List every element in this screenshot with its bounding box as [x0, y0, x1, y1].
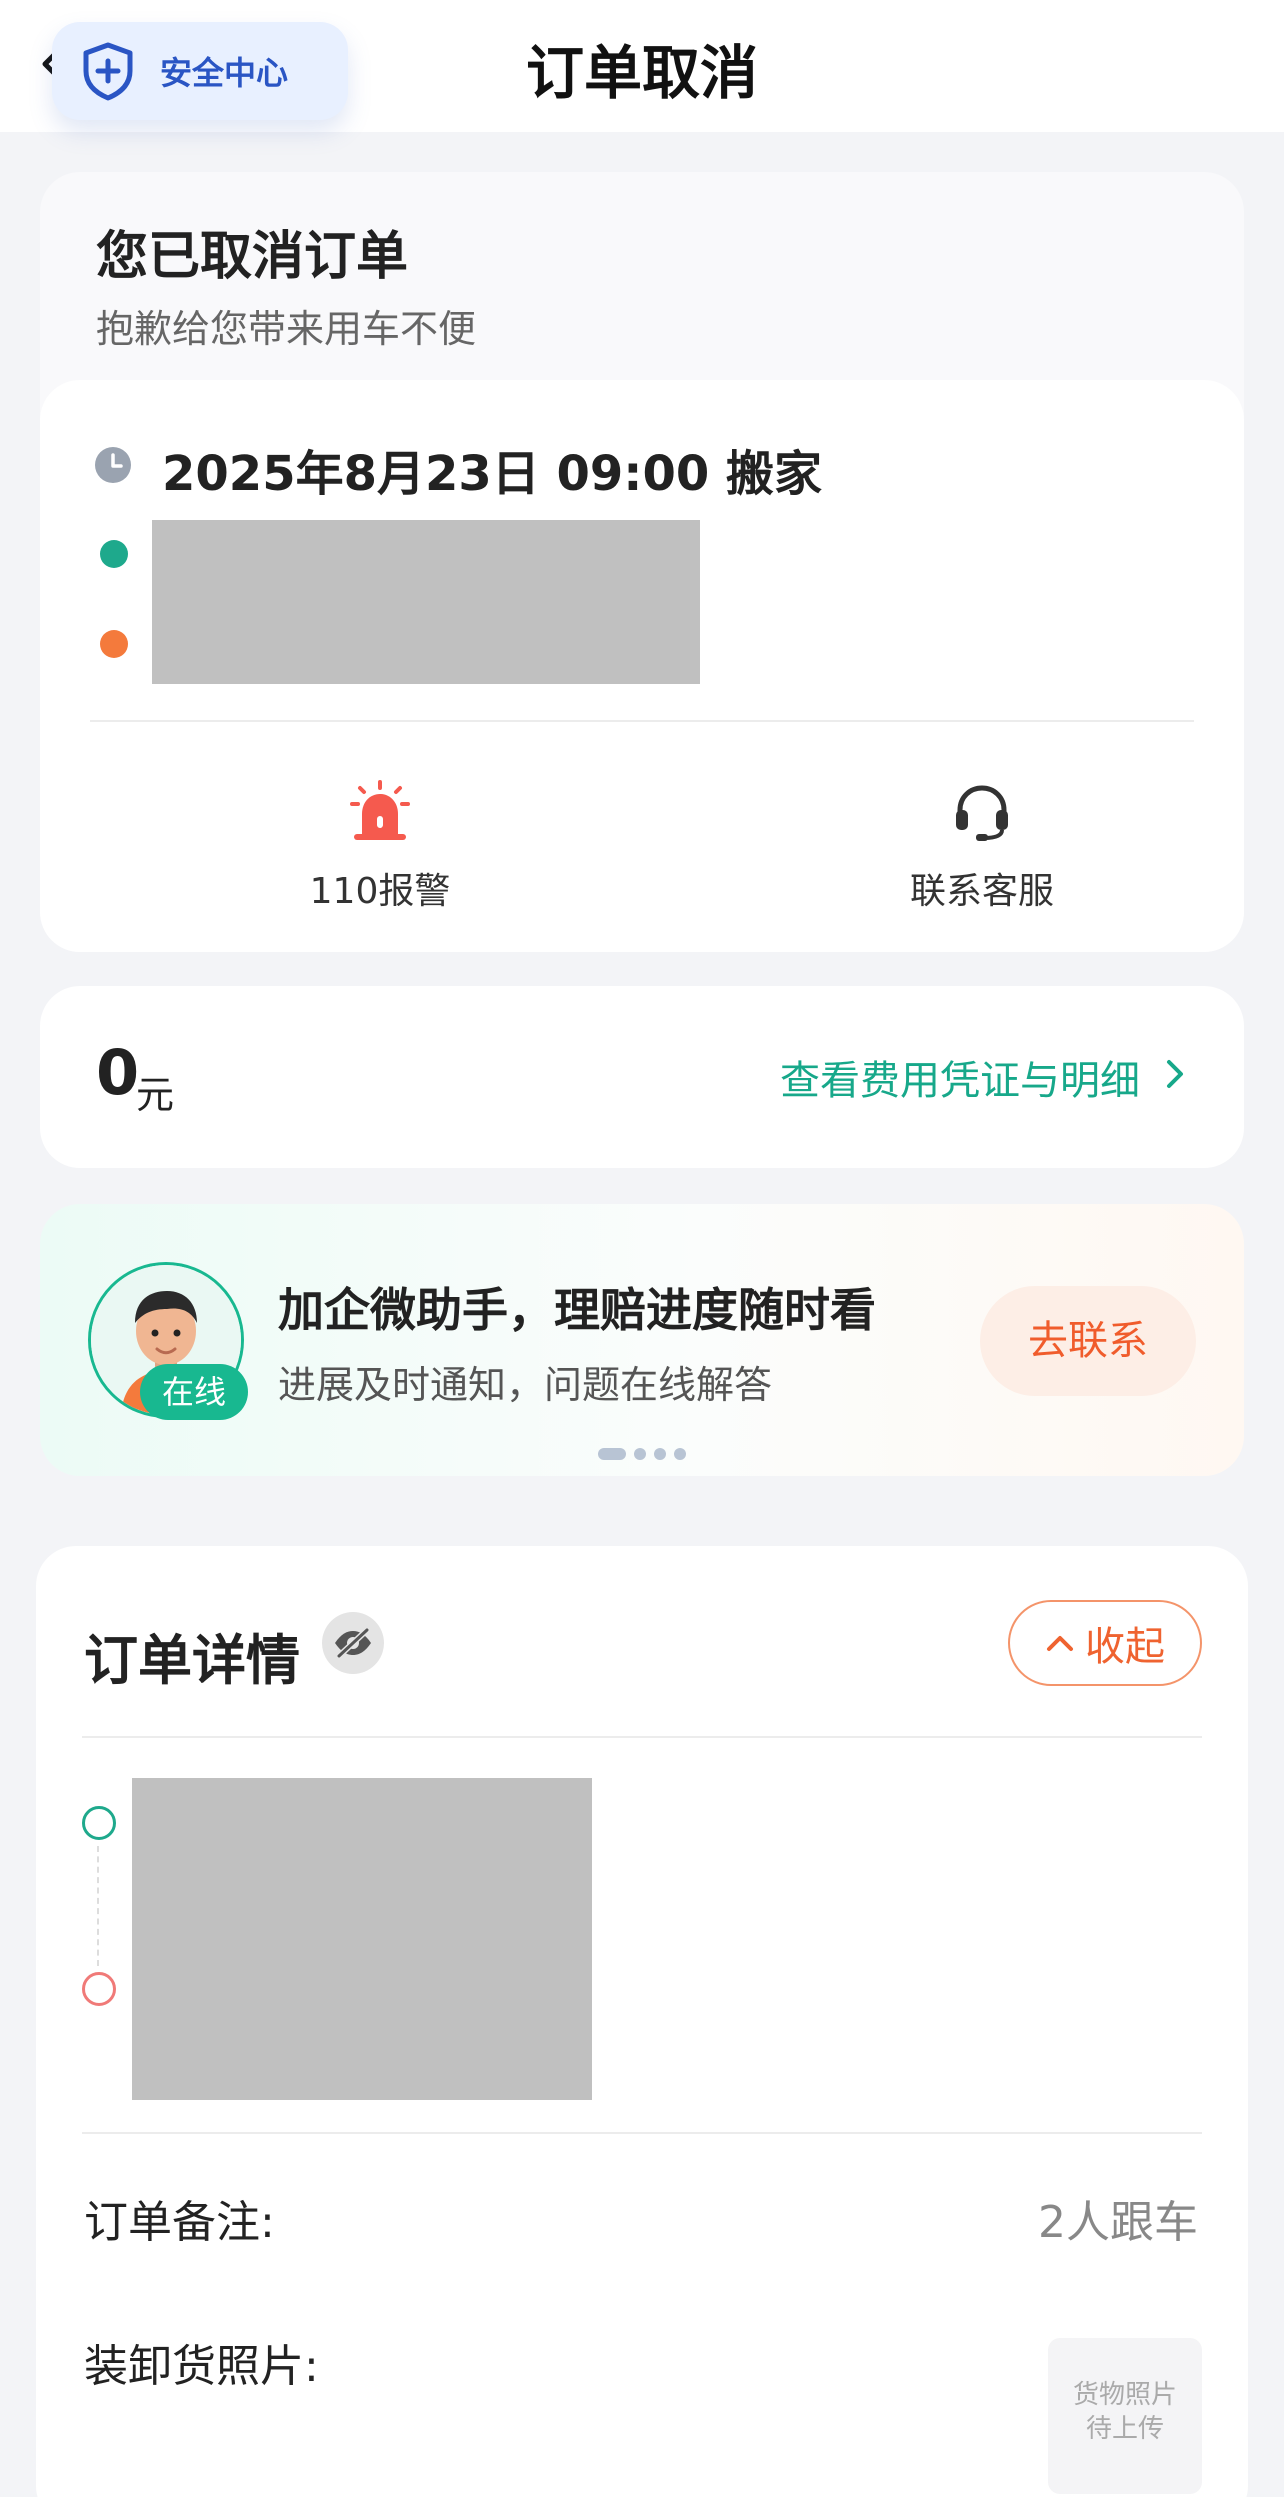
clock-icon [95, 447, 131, 483]
pager-dot-active[interactable] [598, 1448, 626, 1460]
redacted-address-block [152, 520, 700, 684]
pager-dot[interactable] [634, 1448, 646, 1460]
status-title: 您已取消订单 [96, 227, 409, 287]
chevron-right-icon[interactable] [1164, 1056, 1186, 1092]
pickup-dot [100, 540, 128, 568]
pickup-ring [82, 1806, 116, 1840]
promo-title: 加企微助手，理赔进度随时看 [278, 1283, 876, 1337]
alarm-icon [350, 780, 410, 840]
pager-dot[interactable] [654, 1448, 666, 1460]
alarm-110-label: 110报警 [309, 871, 451, 912]
order-time: 2025年8月23日 09:00 搬家 [162, 446, 823, 502]
eye-hidden-icon[interactable] [322, 1612, 384, 1674]
promo-subtitle: 进展及时通知，问题在线解答 [278, 1363, 773, 1407]
remark-label: 订单备注: [84, 2197, 275, 2248]
details-title: 订单详情 [84, 1629, 300, 1692]
cancel-status-card: 您已取消订单 抱歉给您带来用车不便 2025年8月23日 09:00 搬家 11… [40, 172, 1244, 952]
route-connector [97, 1846, 99, 1966]
pager-dot[interactable] [674, 1448, 686, 1460]
online-badge: 在线 [140, 1364, 248, 1420]
redacted-route-block [132, 1778, 592, 2100]
customer-service-button[interactable]: 联系客服 [872, 780, 1092, 914]
collapse-label: 收起 [1085, 1624, 1165, 1670]
photo-placeholder-line1: 货物照片 [1072, 2380, 1177, 2410]
carousel-pager[interactable] [598, 1448, 694, 1460]
alarm-110-button[interactable]: 110报警 [270, 780, 490, 914]
fee-card: 0 元 查看费用凭证与明细 [40, 986, 1244, 1168]
dropoff-dot [100, 630, 128, 658]
fee-unit: 元 [136, 1073, 175, 1117]
safety-center-label: 安全中心 [160, 54, 289, 92]
remark-value: 2人跟车 [1038, 2197, 1198, 2248]
customer-service-label: 联系客服 [909, 871, 1054, 912]
top-bar: 订单取消 安全中心 [0, 0, 1284, 132]
order-details-card: 订单详情 收起 订单备注: 2人跟车 装卸货照片: 货物照片 待上传 [36, 1546, 1248, 2497]
shield-icon [83, 42, 133, 101]
chevron-up-icon [1047, 1636, 1073, 1651]
divider [82, 1736, 1202, 1738]
safety-center-button[interactable]: 安全中心 [52, 22, 348, 120]
order-summary-card: 2025年8月23日 09:00 搬家 110报警 联系客服 [40, 380, 1244, 952]
dropoff-ring [82, 1972, 116, 2006]
wecom-assistant-banner[interactable]: 在线 加企微助手，理赔进度随时看 进展及时通知，问题在线解答 去联系 [40, 1204, 1244, 1476]
go-contact-button[interactable]: 去联系 [980, 1286, 1196, 1396]
headset-icon [956, 785, 1008, 841]
fee-amount: 0 [96, 1036, 140, 1109]
photos-label: 装卸货照片: [84, 2341, 319, 2392]
photo-placeholder-line2: 待上传 [1085, 2414, 1164, 2444]
fee-detail-link[interactable]: 查看费用凭证与明细 [780, 1048, 1140, 1106]
cargo-photo-placeholder[interactable]: 货物照片 待上传 [1048, 2338, 1202, 2494]
status-subtitle: 抱歉给您带来用车不便 [96, 307, 477, 351]
divider [82, 2132, 1202, 2134]
divider [90, 720, 1194, 722]
collapse-button[interactable]: 收起 [1008, 1600, 1202, 1686]
